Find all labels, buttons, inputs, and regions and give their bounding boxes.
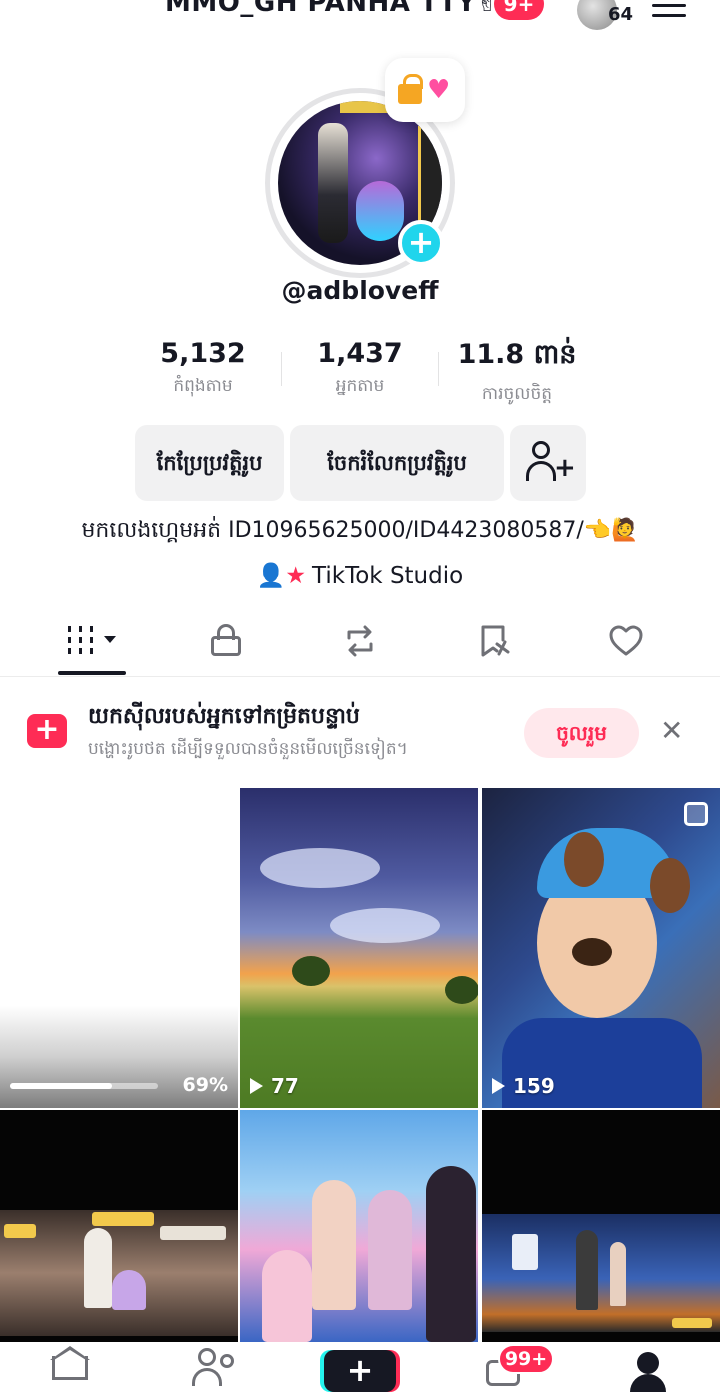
- tab-divider: [0, 676, 720, 677]
- grid-icon: [68, 626, 116, 656]
- profile-note-bubble[interactable]: ♥: [385, 58, 465, 122]
- video-thumbnail[interactable]: 77: [240, 788, 478, 1108]
- tiktok-studio-link[interactable]: 👤★ TikTok Studio: [0, 562, 720, 589]
- create-button[interactable]: +: [324, 1350, 396, 1392]
- tab-videos[interactable]: [52, 610, 132, 674]
- bookmark-icon: [481, 625, 510, 657]
- lock-icon: [211, 624, 241, 656]
- edit-profile-button[interactable]: កែប្រែប្រវត្តិរូប: [135, 425, 284, 501]
- upload-progress-label: 69%: [182, 1074, 228, 1096]
- visitor-count: 64: [608, 4, 634, 25]
- followers-count: 1,437: [317, 338, 403, 369]
- video-thumbnail[interactable]: [0, 1110, 238, 1342]
- followers-stat[interactable]: 1,437 អ្នកតាម: [285, 338, 435, 400]
- profile-header: MMO_GH PANHA TTY✌ 9+ 64: [0, 0, 720, 30]
- video-thumbnail[interactable]: [482, 1110, 720, 1342]
- username: @adbloveff: [281, 276, 439, 305]
- heart-gift-emoji-icon: ♥: [427, 75, 451, 105]
- photo-carousel-icon: [684, 802, 708, 826]
- promo-subtitle: បង្ហោះរូបថត ដើម្បីទទួលបានចំនួនមើលច្រើនទៀ…: [88, 739, 408, 759]
- upload-progress-fill: [10, 1083, 113, 1089]
- nav-home[interactable]: [32, 1342, 112, 1392]
- inbox-badge: 99+: [498, 1344, 554, 1374]
- studio-icon: 👤★: [256, 563, 307, 589]
- following-count: 5,132: [160, 338, 246, 369]
- play-icon: [250, 1078, 263, 1094]
- followers-label: អ្នកតាម: [335, 376, 385, 396]
- likes-count: 11.8 ពាន់: [457, 339, 577, 370]
- notification-badge: 9+: [494, 0, 544, 20]
- likes-label: ការចូលចិត្ត: [481, 384, 553, 404]
- studio-label: TikTok Studio: [312, 563, 464, 589]
- promo-title: យកស៊ីលរបស់អ្នកទៅកម្រិតបន្ទាប់: [88, 704, 360, 729]
- bio-text: មកលេងហ្គេមអត់ ID10965625000/ID4423080587…: [81, 518, 639, 543]
- stat-divider: [281, 352, 282, 386]
- share-profile-button[interactable]: ចែករំលែកប្រវត្តិរូប: [290, 425, 504, 501]
- account-switcher-title[interactable]: MMO_GH PANHA TTY✌: [165, 0, 499, 18]
- promo-banner: + យកស៊ីលរបស់អ្នកទៅកម្រិតបន្ទាប់ បង្ហោះរូ…: [0, 694, 720, 774]
- lock-emoji-icon: [398, 74, 423, 104]
- create-plus-icon: +: [27, 714, 67, 748]
- repost-icon: [347, 625, 373, 657]
- photo-thumbnail[interactable]: 159: [482, 788, 720, 1108]
- add-friends-button[interactable]: +: [510, 425, 586, 501]
- tab-liked[interactable]: [586, 610, 666, 674]
- tab-private[interactable]: [186, 610, 266, 674]
- menu-icon[interactable]: [652, 0, 686, 20]
- person-icon: [532, 441, 550, 459]
- content-tabs: [0, 610, 720, 674]
- likes-stat[interactable]: 11.8 ពាន់ ការចូលចិត្ត: [442, 338, 592, 408]
- bottom-navigation: + 99+: [0, 1342, 720, 1392]
- tab-reposts[interactable]: [320, 610, 400, 674]
- video-thumbnail-uploading[interactable]: 69%: [0, 788, 238, 1108]
- view-count: 159: [492, 1074, 555, 1098]
- video-thumbnail[interactable]: [240, 1110, 478, 1342]
- nav-friends[interactable]: [176, 1342, 256, 1392]
- friends-icon: [198, 1348, 216, 1366]
- tab-favorites[interactable]: [454, 610, 534, 674]
- following-label: កំពុងតាម: [173, 376, 233, 396]
- active-tab-indicator: [58, 671, 126, 675]
- following-stat[interactable]: 5,132 កំពុងតាម: [128, 338, 278, 400]
- add-photo-button[interactable]: +: [398, 220, 444, 266]
- play-icon: [492, 1078, 505, 1094]
- view-count: 77: [250, 1074, 299, 1098]
- promo-join-button[interactable]: ចូលរួម: [524, 708, 639, 758]
- stat-divider: [438, 352, 439, 386]
- upload-progress-bar: [10, 1083, 158, 1089]
- close-icon[interactable]: ✕: [660, 714, 683, 747]
- profile-icon: [637, 1352, 659, 1374]
- heart-icon: [609, 625, 643, 656]
